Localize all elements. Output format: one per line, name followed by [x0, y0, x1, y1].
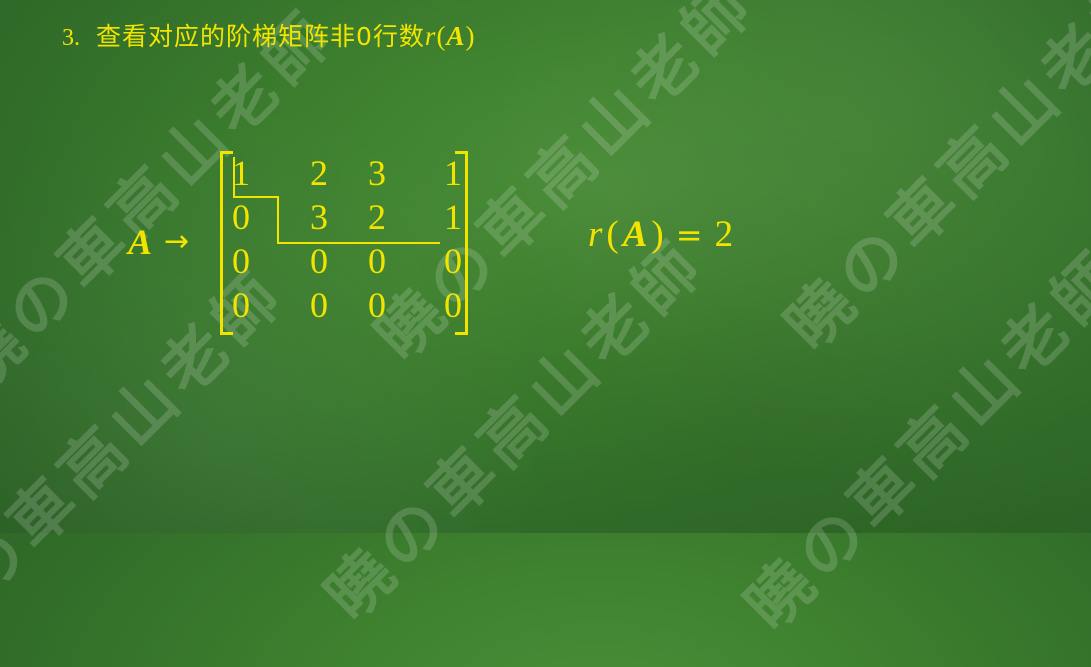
matrix-cell: 1 — [444, 197, 462, 237]
rank-A: A — [446, 21, 466, 51]
matrix-cells: 1 2 3 1 0 3 2 1 0 0 0 0 0 0 0 0 — [232, 151, 464, 331]
watermark: 曉の車高山老師 — [771, 0, 1091, 365]
matrix-cell: 0 — [232, 241, 250, 281]
rank-notation: r(A) — [424, 21, 476, 51]
step-number: 3. — [62, 25, 80, 51]
matrix-cell: 0 — [232, 197, 250, 237]
matrix-cell: 3 — [310, 197, 328, 237]
matrix-cell: 0 — [368, 285, 386, 325]
rank-value: 2 — [714, 214, 734, 255]
rank-r: r — [424, 21, 437, 51]
rank-result: r(A) = 2 — [588, 213, 733, 257]
step-heading: 3. 查看对应的阶梯矩阵非0行数r(A) — [62, 18, 475, 56]
matrix-cell: 1 — [232, 153, 250, 193]
matrix-cell: 0 — [444, 285, 462, 325]
equals-sign: = — [675, 216, 703, 254]
matrix-cell: 3 — [368, 153, 386, 193]
watermark: 曉の車高山老師 — [731, 235, 1091, 645]
step-text: 查看对应的阶梯矩阵非0行数r(A) — [96, 18, 475, 55]
matrix-cell: 0 — [444, 241, 462, 281]
rank-argument: A — [622, 214, 648, 255]
matrix-cell: 0 — [368, 241, 386, 281]
matrix-cell: 0 — [310, 285, 328, 325]
matrix-cell: 1 — [444, 153, 462, 193]
matrix-cell: 2 — [310, 153, 328, 193]
echelon-matrix: 1 2 3 1 0 3 2 1 0 0 0 0 0 0 0 0 — [220, 151, 468, 335]
rank-close-paren: ) — [651, 214, 664, 255]
matrix-lhs: A → — [128, 220, 189, 264]
rank-function: r — [588, 214, 603, 255]
matrix-cell: 0 — [310, 241, 328, 281]
matrix-variable: A — [128, 222, 153, 262]
step-description: 查看对应的阶梯矩阵非0行数 — [96, 22, 425, 51]
arrow-symbol: → — [164, 224, 190, 259]
chalkboard-texture — [0, 0, 1091, 533]
matrix-cell: 0 — [232, 285, 250, 325]
matrix-cell: 2 — [368, 197, 386, 237]
rank-open-paren: ( — [606, 214, 619, 255]
